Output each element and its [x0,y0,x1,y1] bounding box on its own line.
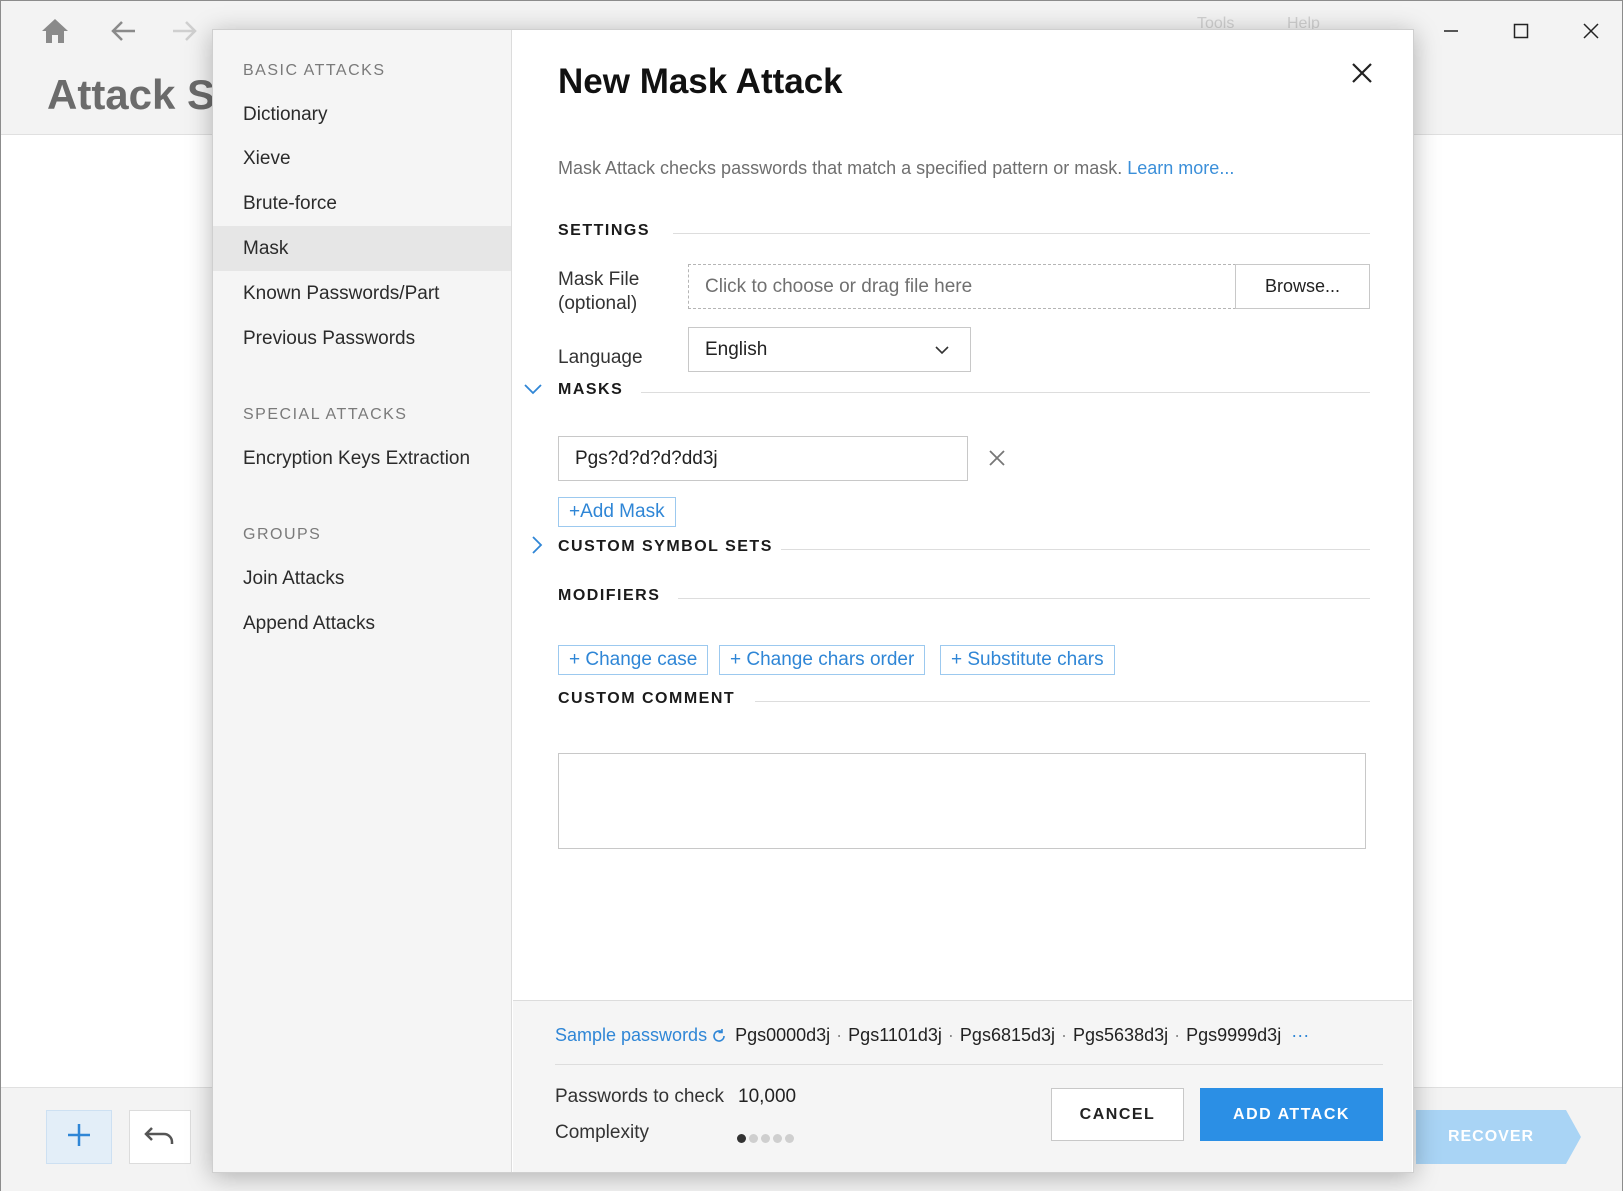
modifiers-heading: MODIFIERS [558,587,661,604]
recover-label: RECOVER [1447,1128,1535,1145]
home-icon[interactable] [37,13,73,49]
sidebar-section-special-attacks: SPECIAL ATTACKS [243,406,408,423]
separator-dot: · [947,1025,954,1045]
dialog-footer: Sample passwords Pgs0000d3j · Pgs1101d3j… [513,1000,1412,1172]
close-dialog-icon[interactable] [1345,56,1379,90]
complexity-dot [761,1134,770,1143]
sidebar-section-basic-attacks: BASIC ATTACKS [243,62,386,79]
passwords-to-check-label: Passwords to check [555,1086,724,1107]
footer-divider [555,1064,1383,1065]
forward-arrow-icon[interactable] [167,13,203,49]
substitute-chars-button[interactable]: + Substitute chars [940,645,1115,675]
sample-password: Pgs1101d3j [848,1025,942,1045]
back-arrow-icon[interactable] [105,13,141,49]
sample-passwords-link[interactable]: Sample passwords [555,1025,707,1046]
sample-passwords-row: Sample passwords Pgs0000d3j · Pgs1101d3j… [555,1025,1309,1046]
sidebar-item-append-attacks[interactable]: Append Attacks [213,601,511,646]
add-attack-toolbar-button[interactable] [46,1110,112,1164]
sidebar-item-known-passwords-part[interactable]: Known Passwords/Part [213,271,511,316]
minimize-icon[interactable] [1431,13,1471,49]
add-attack-button[interactable]: ADD ATTACK [1200,1088,1383,1141]
modifiers-divider [678,598,1370,599]
complexity-dot [773,1134,782,1143]
mask-file-label: Mask File (optional) [558,268,639,316]
change-chars-order-button[interactable]: + Change chars order [719,645,926,675]
language-label: Language [558,347,643,368]
separator-dot: · [1174,1025,1181,1045]
undo-icon [144,1124,176,1151]
plus-icon [66,1122,92,1153]
sidebar-section-groups: GROUPS [243,526,322,543]
complexity-dot [749,1134,758,1143]
masks-divider [641,392,1370,393]
sidebar-item-encryption-keys-extraction[interactable]: Encryption Keys Extraction [213,436,511,481]
complexity-dot [737,1134,746,1143]
change-case-button[interactable]: + Change case [558,645,709,675]
cancel-button[interactable]: CANCEL [1051,1088,1184,1141]
browse-button[interactable]: Browse... [1235,264,1370,309]
undo-button[interactable] [129,1110,191,1164]
sample-password: Pgs5638d3j [1073,1025,1169,1045]
custom-comment-divider [755,701,1370,702]
sample-password: Pgs0000d3j [735,1025,831,1045]
remove-mask-icon[interactable] [985,446,1009,470]
language-value: English [705,338,768,360]
settings-heading: SETTINGS [558,222,651,239]
sample-password: Pgs9999d3j [1186,1025,1282,1045]
mask-input[interactable]: Pgs?d?d?d?dd3j [558,436,968,481]
custom-symbol-sets-heading[interactable]: CUSTOM SYMBOL SETS [558,538,773,556]
mask-file-label-line2: (optional) [558,293,638,314]
language-select[interactable]: English [688,327,971,372]
passwords-to-check-value: 10,000 [738,1086,797,1107]
separator-dot: · [1061,1025,1068,1045]
refresh-icon[interactable] [711,1028,727,1044]
masks-heading: MASKS [558,381,624,398]
mask-file-label-line1: Mask File [558,269,640,290]
new-mask-attack-dialog: BASIC ATTACKS Dictionary Xieve Brute-for… [212,29,1414,1173]
complexity-label: Complexity [555,1122,649,1143]
separator-dot: · [836,1025,843,1045]
sidebar-item-dictionary[interactable]: Dictionary [213,92,511,137]
sidebar-item-mask[interactable]: Mask [213,226,511,271]
sample-password: Pgs6815d3j [959,1025,1056,1045]
more-samples-link[interactable]: ··· [1291,1025,1309,1046]
complexity-meter [737,1134,794,1143]
complexity-dot [785,1134,794,1143]
dialog-description: Mask Attack checks passwords that match … [558,158,1234,179]
recover-button[interactable]: RECOVER [1416,1110,1581,1164]
chevron-down-icon [934,342,950,358]
sidebar-item-previous-passwords[interactable]: Previous Passwords [213,316,511,361]
dialog-title: New Mask Attack [558,62,843,101]
dialog-main-panel: New Mask Attack Mask Attack checks passw… [513,30,1413,1172]
settings-divider [673,233,1370,234]
description-text: Mask Attack checks passwords that match … [558,158,1123,178]
custom-symbol-sets-divider [781,549,1370,550]
mask-file-dropzone[interactable]: Click to choose or drag file here [688,264,1236,309]
maximize-icon[interactable] [1501,13,1541,49]
custom-comment-heading: CUSTOM COMMENT [558,690,736,707]
app-page-title: Attack Se [47,71,239,118]
masks-collapse-chevron-icon[interactable] [523,379,543,399]
sidebar-item-brute-force[interactable]: Brute-force [213,181,511,226]
custom-comment-textarea[interactable] [558,753,1366,849]
close-window-icon[interactable] [1571,13,1611,49]
attack-type-sidebar: BASIC ATTACKS Dictionary Xieve Brute-for… [213,30,512,1172]
add-mask-button[interactable]: +Add Mask [558,497,676,527]
learn-more-link[interactable]: Learn more... [1127,158,1234,178]
sidebar-item-join-attacks[interactable]: Join Attacks [213,556,511,601]
custom-symbol-sets-expand-chevron-icon[interactable] [527,535,547,555]
sidebar-item-xieve[interactable]: Xieve [213,136,511,181]
